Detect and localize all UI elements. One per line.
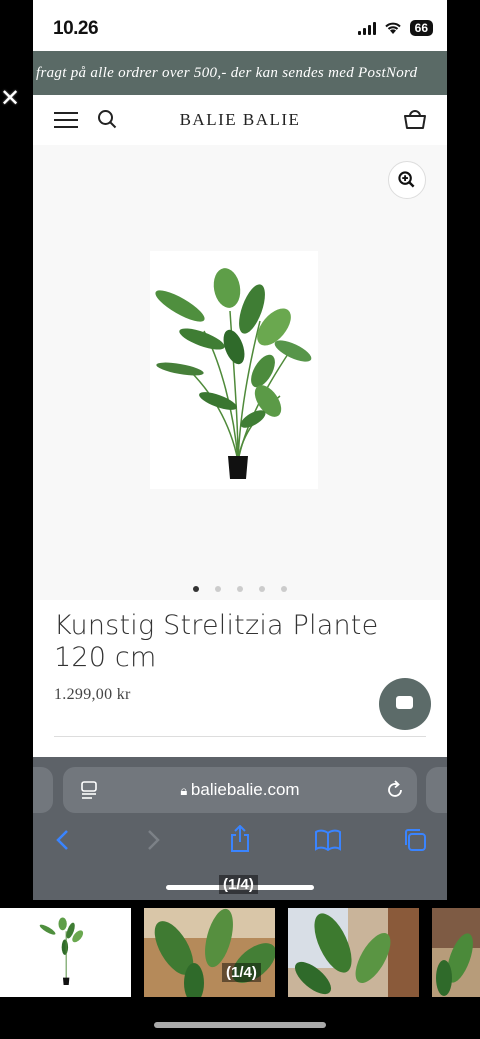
- status-icons: 66: [357, 20, 433, 36]
- back-icon[interactable]: [55, 829, 71, 851]
- lock-icon: 🔒︎: [180, 783, 191, 798]
- divider: [54, 736, 426, 737]
- basket-icon[interactable]: [403, 108, 427, 130]
- url-label: baliebalie.com: [190, 780, 300, 799]
- gallery-dot[interactable]: [259, 586, 265, 592]
- previous-tab-preview[interactable]: [33, 767, 53, 813]
- url-text[interactable]: 🔒︎ baliebalie.com: [63, 780, 417, 800]
- gallery-dots[interactable]: [33, 579, 447, 597]
- tabs-icon[interactable]: [402, 827, 428, 853]
- next-tab-preview[interactable]: [426, 767, 447, 813]
- bookmarks-icon[interactable]: [314, 829, 342, 851]
- product-image[interactable]: [150, 251, 318, 489]
- wifi-icon: [384, 22, 401, 34]
- browser-nav: [33, 823, 447, 857]
- gallery-dot[interactable]: [281, 586, 287, 592]
- share-icon[interactable]: [228, 825, 252, 853]
- thumbnail-1[interactable]: [0, 908, 131, 997]
- product-title: Kunstig Strelitzia Plante 120 cm: [54, 610, 379, 673]
- reload-icon[interactable]: [385, 780, 405, 800]
- signal-icon: [357, 21, 376, 35]
- thumbnail-counter: (1/4): [222, 963, 261, 982]
- browser-toolbar: 🔒︎ baliebalie.com (1/4): [33, 757, 447, 900]
- thumbnail-4[interactable]: [432, 908, 480, 997]
- thumbnail-strip: [0, 908, 480, 998]
- address-bar[interactable]: 🔒︎ baliebalie.com: [63, 767, 417, 813]
- chat-icon[interactable]: [379, 678, 431, 730]
- status-time: 10.26: [53, 18, 99, 39]
- product-gallery[interactable]: [33, 145, 447, 600]
- status-bar: 10.26 66: [33, 0, 447, 50]
- site-header: BALIE BALIE: [33, 95, 447, 145]
- system-home-bar: [154, 1022, 326, 1028]
- shipping-banner: fragt på alle ordrer over 500,- der kan …: [33, 51, 447, 95]
- forward-icon[interactable]: [145, 829, 161, 851]
- gallery-dot[interactable]: [193, 586, 199, 592]
- battery-indicator: 66: [409, 20, 433, 36]
- thumbnail-2[interactable]: [144, 908, 275, 997]
- brand-logo[interactable]: BALIE BALIE: [33, 110, 447, 130]
- zoom-in-icon[interactable]: [388, 161, 426, 199]
- close-icon[interactable]: ✕: [0, 87, 21, 111]
- gallery-dot[interactable]: [237, 586, 243, 592]
- product-price: 1.299,00 kr: [54, 686, 131, 703]
- image-counter: (1/4): [219, 875, 258, 894]
- thumbnail-3[interactable]: [288, 908, 419, 997]
- phone-screen: 10.26 66 fragt på alle ordrer over 500,-…: [33, 0, 447, 900]
- gallery-dot[interactable]: [215, 586, 221, 592]
